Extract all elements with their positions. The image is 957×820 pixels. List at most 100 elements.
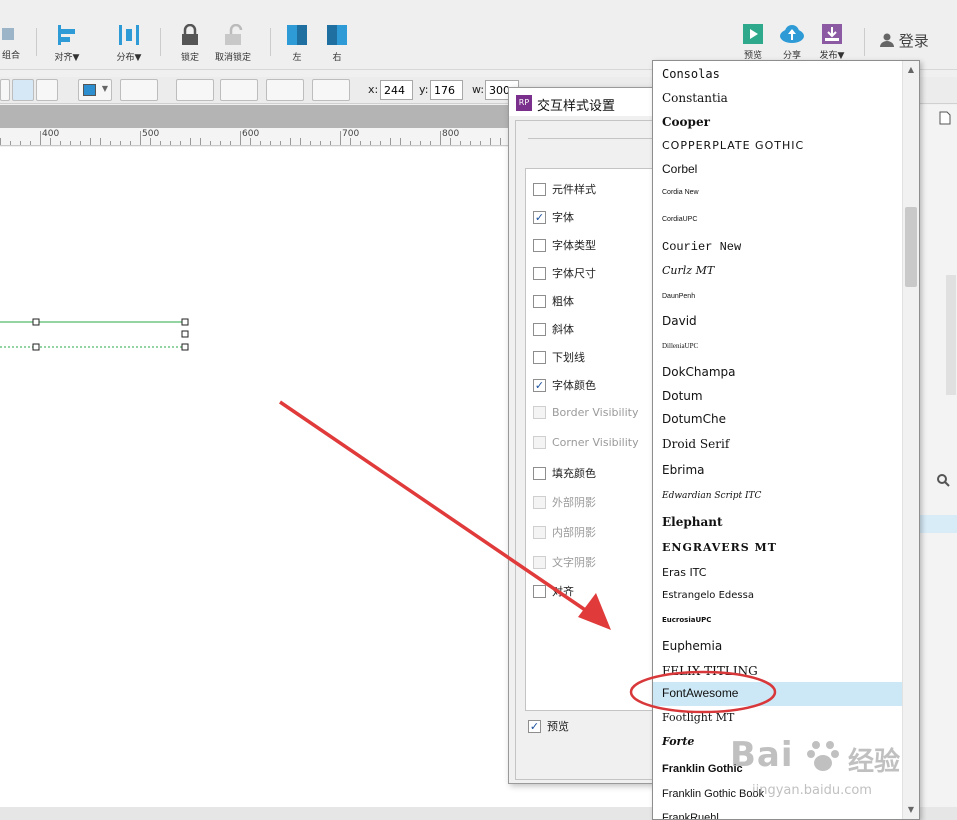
font-option[interactable]: Courier New xyxy=(653,236,903,260)
style-option-row[interactable]: 元件样式 xyxy=(533,181,596,197)
style-option-label: 斜体 xyxy=(552,323,574,336)
style-option-checkbox[interactable]: ✓ xyxy=(533,210,546,224)
ruler-tick xyxy=(320,141,321,145)
font-list-scrollbar[interactable]: ▲ ▼ xyxy=(902,61,919,819)
ruler-tick xyxy=(470,141,471,145)
share-button[interactable]: 分享 xyxy=(778,24,806,61)
search-icon[interactable] xyxy=(936,473,950,487)
font-option[interactable]: FELIX TITLING xyxy=(653,660,903,684)
style-option-label: 字体颜色 xyxy=(552,379,596,392)
publish-button[interactable]: 发布▼ xyxy=(816,24,848,61)
style-option-label: 字体 xyxy=(552,211,574,224)
toolbar-divider xyxy=(160,28,161,56)
font-option[interactable]: Edwardian Script ITC xyxy=(653,485,903,509)
font-option[interactable]: Dotum xyxy=(653,385,903,409)
font-option[interactable]: Euphemia xyxy=(653,635,903,659)
font-option[interactable]: DokChampa xyxy=(653,361,903,385)
ruler-tick xyxy=(330,141,331,145)
style-option-row[interactable]: ✓ 字体颜色 xyxy=(533,377,596,393)
selected-widget[interactable] xyxy=(0,317,200,357)
style-option-row[interactable]: 下划线 xyxy=(533,349,585,365)
arrow-style-picker[interactable] xyxy=(312,79,350,101)
left-button[interactable]: 左 xyxy=(284,24,310,63)
preview-checkbox-label: 预览 xyxy=(547,720,569,733)
ruler-tick xyxy=(240,131,241,145)
font-option[interactable]: Droid Serif xyxy=(653,433,903,457)
inspector-scrollbar[interactable] xyxy=(946,275,956,395)
font-option[interactable]: Consolas xyxy=(653,63,903,87)
line-color-picker[interactable] xyxy=(176,79,214,101)
font-option[interactable]: Elephant xyxy=(653,511,903,535)
style-option-row[interactable]: ✓ 字体 xyxy=(533,209,574,225)
align-button[interactable]: 对齐▼ xyxy=(50,24,84,63)
ruler-tick xyxy=(200,138,201,145)
y-label: y: xyxy=(419,83,429,96)
preview-button[interactable]: 预览 xyxy=(740,24,766,61)
distribute-button[interactable]: 分布▼ xyxy=(112,24,146,63)
line-style-picker[interactable] xyxy=(266,79,304,101)
font-option[interactable]: DotumChe xyxy=(653,408,903,432)
style-option-label: 文字阴影 xyxy=(552,556,596,569)
ruler-tick xyxy=(100,138,101,145)
unlock-button[interactable]: 取消锁定 xyxy=(212,23,254,63)
line-width-picker[interactable] xyxy=(220,79,258,101)
style-option-label: 内部阴影 xyxy=(552,526,596,539)
lock-button[interactable]: 锁定 xyxy=(176,23,204,63)
style-option-row[interactable]: 粗体 xyxy=(533,293,574,309)
ungroup-button[interactable]: 组合 xyxy=(0,24,22,61)
font-option[interactable]: David xyxy=(653,310,903,334)
ruler-tick xyxy=(70,141,71,145)
style-option-checkbox[interactable] xyxy=(533,182,546,196)
font-option[interactable]: Cooper xyxy=(653,111,903,135)
y-input[interactable] xyxy=(430,80,463,100)
text-align-right-button[interactable] xyxy=(36,79,58,101)
style-option-row[interactable]: 字体类型 xyxy=(533,237,596,253)
font-option[interactable]: FontAwesome xyxy=(653,682,903,706)
text-align-left-button[interactable] xyxy=(0,79,10,101)
font-option[interactable]: DaunPenh xyxy=(653,286,903,310)
preview-checkbox-box[interactable]: ✓ xyxy=(528,719,541,733)
font-option[interactable]: EucrosiaUPC xyxy=(653,609,903,633)
style-option-label: 外部阴影 xyxy=(552,496,596,509)
login-button[interactable]: 登录 xyxy=(880,30,929,51)
font-option[interactable]: DilleniaUPC xyxy=(653,335,903,359)
style-option-checkbox[interactable] xyxy=(533,294,546,308)
x-input[interactable] xyxy=(380,80,413,100)
font-option[interactable]: Corbel xyxy=(653,158,903,182)
font-option[interactable]: COPPERPLATE GOTHIC xyxy=(653,135,903,159)
style-option-row[interactable]: 斜体 xyxy=(533,321,574,337)
font-option[interactable]: ENGRAVERS MT xyxy=(653,537,903,561)
style-option-checkbox[interactable] xyxy=(533,350,546,364)
scrollbar-thumb[interactable] xyxy=(905,207,917,287)
font-option[interactable]: FrankRuehl xyxy=(653,807,903,819)
font-family-dropdown[interactable]: Consolas Constantia Cooper COPPERPLATE GOTH… xyxy=(652,60,920,820)
style-option-checkbox[interactable] xyxy=(533,466,546,480)
font-option[interactable]: CordiaUPC xyxy=(653,209,903,233)
font-option[interactable]: Constantia xyxy=(653,87,903,111)
style-option-row[interactable]: 对齐 xyxy=(533,583,574,599)
font-option[interactable]: Curlz MT xyxy=(653,260,903,284)
user-icon xyxy=(880,33,894,47)
preview-checkbox[interactable]: ✓ 预览 xyxy=(528,718,569,734)
fill-color-picker[interactable]: ▼ xyxy=(78,79,112,101)
font-option[interactable]: Ebrima xyxy=(653,459,903,483)
style-option-checkbox[interactable] xyxy=(533,266,546,280)
ruler-tick xyxy=(180,141,181,145)
scroll-up-icon[interactable]: ▲ xyxy=(903,63,919,77)
right-button[interactable]: 右 xyxy=(324,24,350,63)
font-option[interactable]: Cordia New xyxy=(653,182,903,206)
font-option[interactable]: Estrangelo Edessa xyxy=(653,585,903,609)
font-option[interactable]: Eras ITC xyxy=(653,562,903,586)
style-option-row[interactable]: 填充颜色 xyxy=(533,465,596,481)
style-option-checkbox[interactable] xyxy=(533,238,546,252)
shadow-picker[interactable] xyxy=(120,79,158,101)
style-option-checkbox[interactable]: ✓ xyxy=(533,378,546,392)
ruler-tick xyxy=(60,141,61,145)
font-option[interactable]: Footlight MT xyxy=(653,707,903,731)
style-option-row[interactable]: 字体尺寸 xyxy=(533,265,596,281)
dock-right-icon xyxy=(327,25,347,45)
style-option-checkbox[interactable] xyxy=(533,584,546,598)
ruler-tick xyxy=(230,141,231,145)
text-align-center-button[interactable] xyxy=(12,79,34,101)
style-option-checkbox[interactable] xyxy=(533,322,546,336)
